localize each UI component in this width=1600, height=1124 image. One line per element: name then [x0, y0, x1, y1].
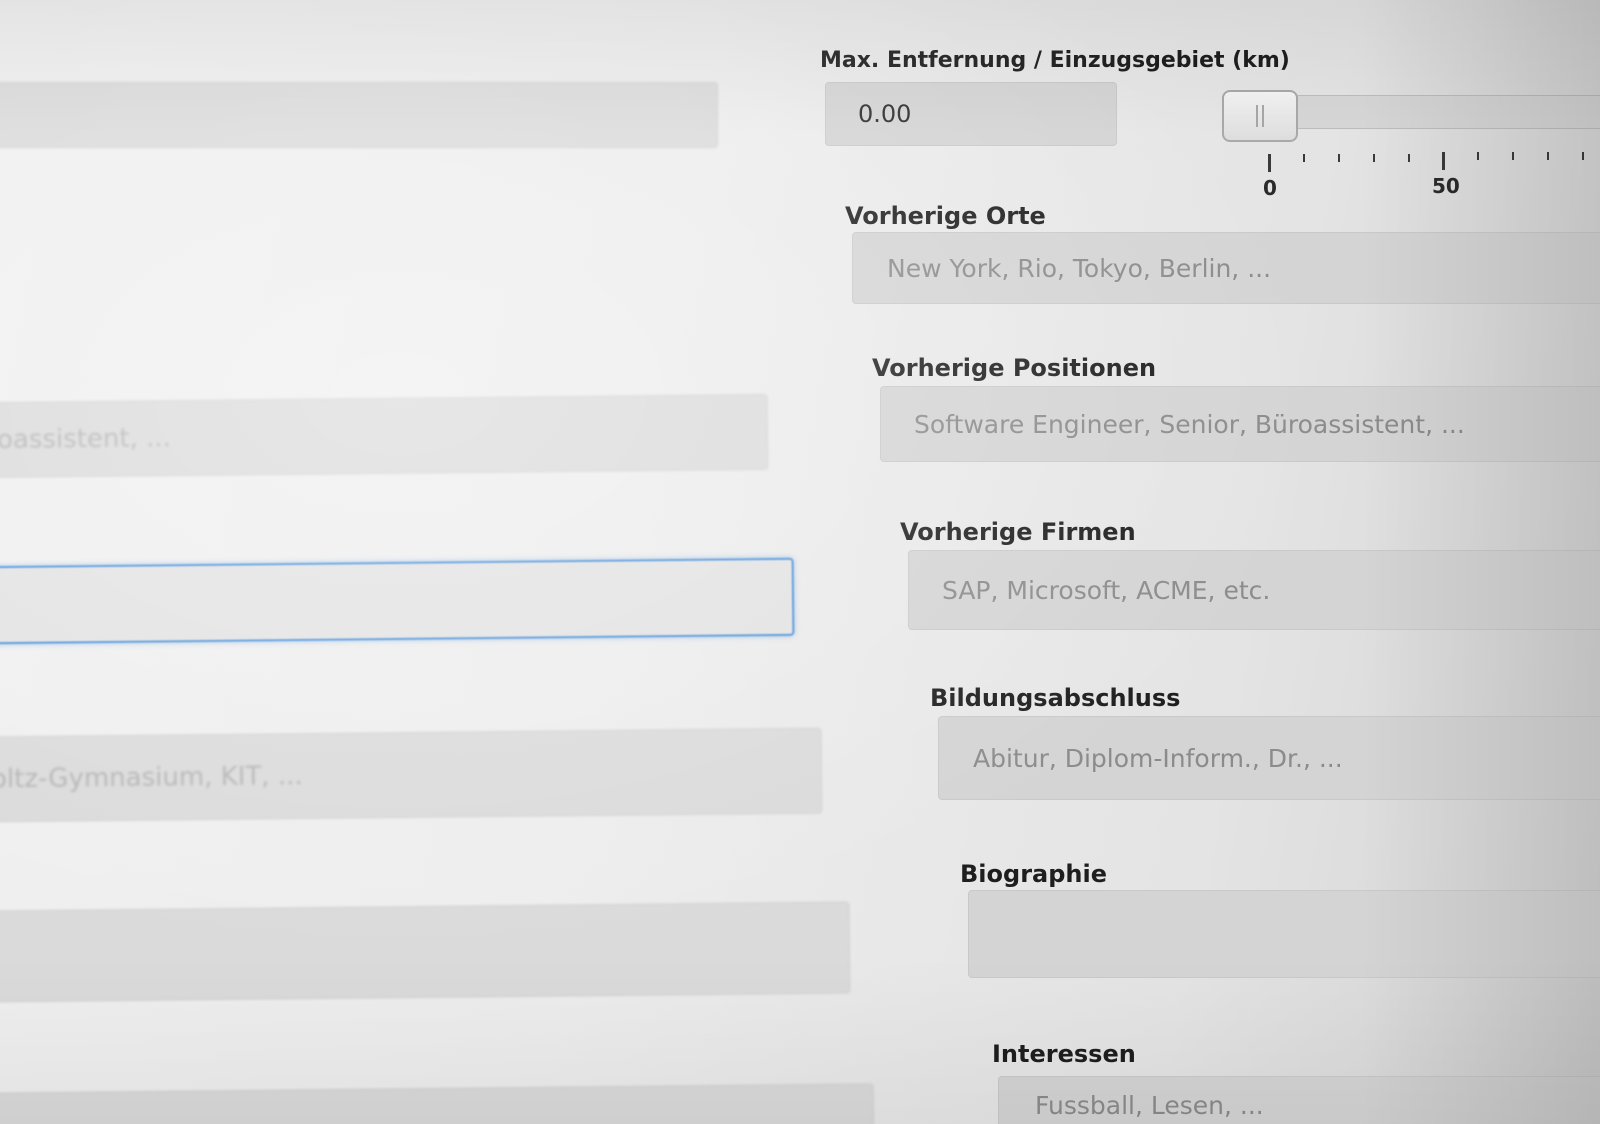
left-field-positions-text: oassistent, ...	[0, 423, 172, 455]
distance-value-input[interactable]: 0.00	[825, 82, 1117, 146]
slider-tick-major-0	[1268, 154, 1271, 172]
slider-tick-minor	[1303, 154, 1305, 162]
left-field-education-text: oltz-Gymnasium, KIT, ...	[0, 761, 303, 795]
positionen-input[interactable]: Software Engineer, Senior, Büroassistent…	[880, 386, 1600, 462]
firmen-input[interactable]: SAP, Microsoft, ACME, etc.	[908, 550, 1600, 630]
form-page: oassistent, ... oltz-Gymnasium, KIT, ...…	[0, 0, 1600, 1124]
left-field-interests[interactable]	[0, 1083, 875, 1124]
slider-tick-minor	[1338, 154, 1340, 162]
slider-tick-minor	[1512, 152, 1514, 160]
biographie-label: Biographie	[960, 860, 1107, 888]
bildung-input[interactable]: Abitur, Diplom-Inform., Dr., ...	[938, 716, 1600, 800]
positionen-placeholder: Software Engineer, Senior, Büroassistent…	[914, 409, 1465, 439]
firmen-placeholder: SAP, Microsoft, ACME, etc.	[942, 575, 1271, 605]
slider-tick-minor	[1408, 154, 1410, 162]
orte-input[interactable]: New York, Rio, Tokyo, Berlin, ...	[852, 232, 1600, 304]
left-field-positions[interactable]: oassistent, ...	[0, 393, 769, 479]
orte-placeholder: New York, Rio, Tokyo, Berlin, ...	[887, 253, 1272, 283]
slider-tick-label-50: 50	[1432, 174, 1460, 198]
left-field-1[interactable]	[0, 82, 718, 148]
slider-tick-label-0: 0	[1263, 176, 1277, 200]
distance-value-text: 0.00	[858, 100, 912, 128]
firmen-label: Vorherige Firmen	[900, 518, 1136, 546]
interessen-input[interactable]: Fussball, Lesen, ...	[998, 1076, 1600, 1124]
left-field-education[interactable]: oltz-Gymnasium, KIT, ...	[0, 727, 823, 823]
slider-tick-minor	[1373, 154, 1375, 162]
distance-slider-handle[interactable]	[1222, 90, 1298, 142]
orte-label: Vorherige Orte	[845, 202, 1046, 230]
slider-tick-minor	[1477, 152, 1479, 160]
left-field-biography[interactable]	[0, 901, 851, 1003]
slider-tick-minor	[1547, 152, 1549, 160]
grip-icon	[1256, 105, 1264, 127]
interessen-placeholder: Fussball, Lesen, ...	[1035, 1091, 1264, 1120]
left-field-focused[interactable]	[0, 557, 795, 645]
distance-label: Max. Entfernung / Einzugsgebiet (km)	[820, 48, 1290, 73]
slider-tick-minor	[1582, 152, 1584, 160]
positionen-label: Vorherige Positionen	[872, 354, 1157, 382]
interessen-label: Interessen	[992, 1040, 1136, 1068]
biographie-input[interactable]	[968, 890, 1600, 978]
slider-tick-major-50	[1442, 152, 1445, 170]
bildung-label: Bildungsabschluss	[930, 684, 1181, 712]
bildung-placeholder: Abitur, Diplom-Inform., Dr., ...	[973, 743, 1343, 773]
